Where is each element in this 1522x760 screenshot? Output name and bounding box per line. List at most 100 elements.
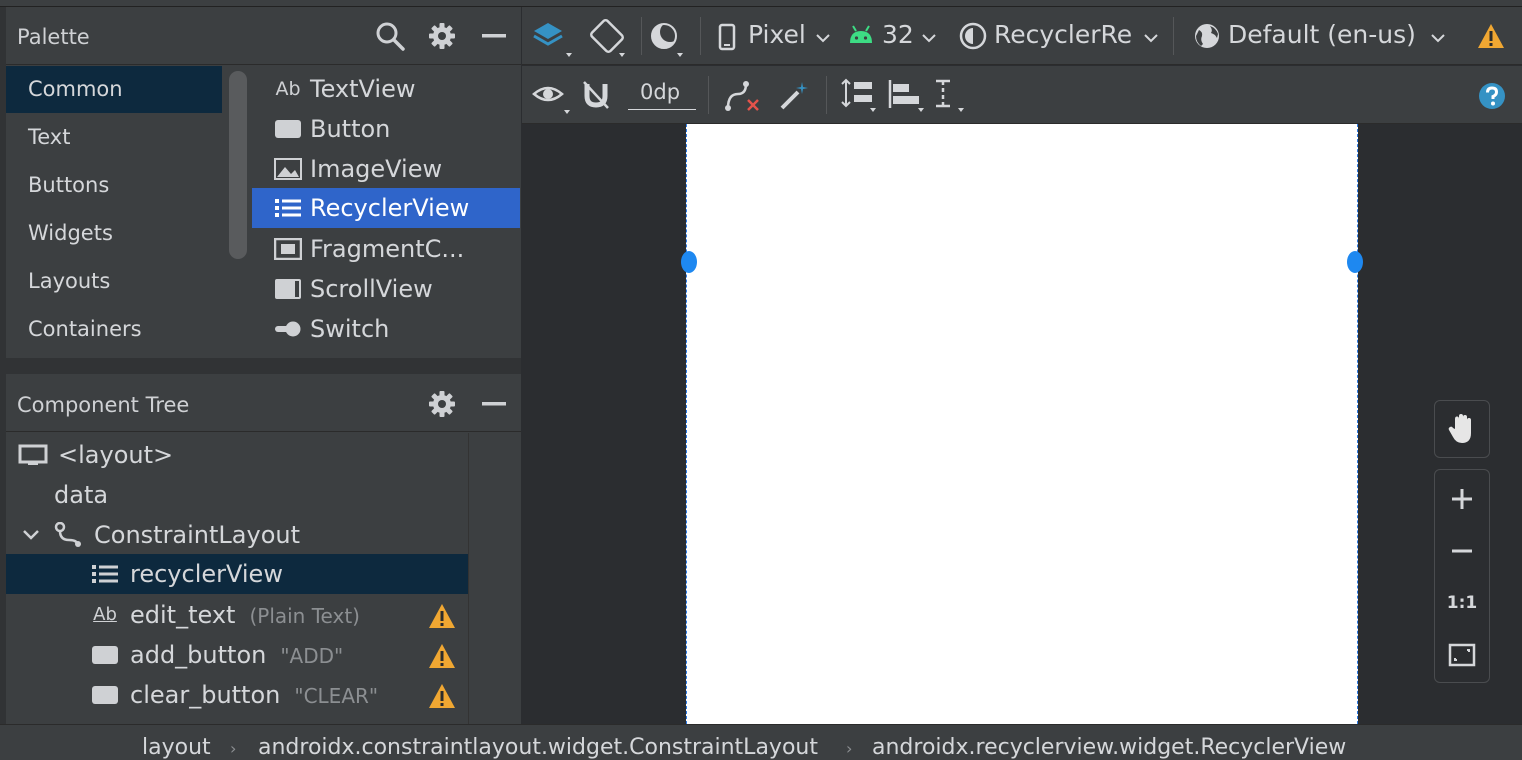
tree-label: edit_text [130,601,236,629]
top-border [0,0,1522,7]
breadcrumb-separator: › [846,739,853,758]
tree-scrollbar[interactable] [468,433,521,724]
category-scrollbar-thumb[interactable] [229,71,247,259]
tree-item-recyclerview[interactable]: recyclerView [6,554,468,594]
fragment-icon [273,237,303,261]
widget-label: FragmentC... [310,235,465,263]
breadcrumb-item-recyclerview[interactable]: androidx.recyclerview.widget.RecyclerVie… [872,735,1346,760]
category-buttons[interactable]: Buttons [6,162,222,209]
breadcrumb-item-layout[interactable]: layout [142,735,211,760]
widget-imageview[interactable]: ImageView [252,149,520,189]
tree-label-wrap: clear_button "CLEAR" [130,675,378,716]
pack-icon[interactable] [838,78,878,114]
constraint-toolbar: 0dp [522,66,1522,124]
switch-icon [273,317,303,341]
widget-fragmentcontainer[interactable]: FragmentC... [252,229,520,269]
android-icon [850,25,872,43]
breadcrumb: layout › androidx.constraintlayout.widge… [0,724,1522,760]
palette-widgets: Ab TextView Button ImageView RecyclerVie… [252,66,521,358]
warning-icon[interactable] [428,603,456,629]
widget-button[interactable]: Button [252,109,520,149]
layers-icon[interactable] [532,19,572,59]
chevron-down-icon[interactable] [815,33,831,43]
category-common[interactable]: Common [6,66,222,113]
category-text[interactable]: Text [6,114,222,161]
edittext-icon: Ab [93,604,117,625]
orientation-icon[interactable] [590,19,630,59]
toolbar-separator [1173,17,1174,55]
zoom-out-button[interactable] [1435,525,1489,577]
pan-button[interactable] [1434,400,1490,458]
right-constraint-handle[interactable] [1347,251,1363,273]
zoom-actual-size-button[interactable]: 1:1 [1435,577,1489,629]
minus-icon [1452,549,1472,553]
tree-label-wrap: edit_text (Plain Text) [130,595,360,636]
tree-item-constraintlayout[interactable]: ConstraintLayout [6,515,468,555]
tree-item-clear-button[interactable]: clear_button "CLEAR" [6,675,468,715]
clear-constraints-icon[interactable] [724,80,762,112]
gear-icon[interactable] [425,19,459,53]
search-icon[interactable] [373,19,407,53]
tree-label: ConstraintLayout [94,521,301,549]
globe-icon [1195,24,1219,48]
tree-gear-icon[interactable] [425,387,459,421]
widget-textview[interactable]: Ab TextView [252,69,520,109]
image-icon [273,157,303,181]
palette-title: Palette [17,25,90,49]
margin-underline [628,109,696,110]
tree-item-add-button[interactable]: add_button "ADD" [6,635,468,675]
fit-screen-icon [1448,643,1476,667]
list-icon [90,563,120,585]
layout-icon [18,444,48,466]
widget-switch[interactable]: Switch [252,309,520,349]
zoom-to-fit-button[interactable] [1435,629,1489,681]
category-widgets[interactable]: Widgets [6,210,222,257]
tree-item-layout[interactable]: <layout> [6,435,468,475]
eye-icon[interactable] [532,80,572,116]
magnet-off-icon[interactable] [582,80,612,110]
tree-label-wrap: add_button "ADD" [130,635,343,676]
panel-divider[interactable] [6,358,521,374]
guidelines-icon[interactable] [932,78,972,114]
chevron-down-icon[interactable] [1430,33,1446,43]
warning-icon[interactable] [428,643,456,669]
chevron-down-icon[interactable] [1143,33,1159,43]
component-tree: <layout> data ConstraintLayout recyclerV… [6,433,468,724]
widget-label: ImageView [310,155,443,183]
device-preview[interactable] [686,124,1358,724]
button-icon [90,684,120,706]
help-icon[interactable] [1478,82,1506,110]
widget-recyclerview[interactable]: RecyclerView [252,188,520,228]
tree-item-data[interactable]: data [6,475,468,515]
locale-selector[interactable]: Default (en-us) [1228,20,1416,49]
align-icon[interactable] [886,78,926,114]
tree-hint: "CLEAR" [294,684,379,708]
api-level-selector[interactable]: 32 [882,20,914,49]
chevron-down-icon[interactable] [921,33,937,43]
breadcrumb-item-constraintlayout[interactable]: androidx.constraintlayout.widget.Constra… [258,735,818,760]
device-selector[interactable]: Pixel [748,20,806,49]
category-layouts[interactable]: Layouts [6,258,222,305]
constraint-layout-icon [54,522,84,547]
scrollview-icon [273,277,303,301]
toolbar-separator [826,76,827,114]
default-margin[interactable]: 0dp [640,80,680,104]
toolbar-separator [641,17,642,55]
night-mode-icon[interactable] [648,19,688,59]
category-containers[interactable]: Containers [6,306,222,353]
breadcrumb-separator: › [230,739,237,758]
theme-selector[interactable]: RecyclerRe [994,20,1132,49]
minimize-icon[interactable] [477,19,511,53]
zoom-controls: 1:1 [1434,469,1490,683]
warning-icon[interactable] [428,683,456,709]
widget-label: TextView [310,75,416,103]
left-constraint-handle[interactable] [681,251,697,273]
tree-item-edit-text[interactable]: Ab edit_text (Plain Text) [6,595,468,635]
zoom-in-button[interactable] [1435,473,1489,525]
widget-scrollview[interactable]: ScrollView [252,269,520,309]
warning-icon[interactable] [1477,23,1505,49]
tree-minimize-icon[interactable] [477,387,511,421]
magic-wand-icon[interactable] [778,80,810,112]
chevron-down-icon[interactable] [20,524,42,546]
toolbar-separator [708,76,709,114]
